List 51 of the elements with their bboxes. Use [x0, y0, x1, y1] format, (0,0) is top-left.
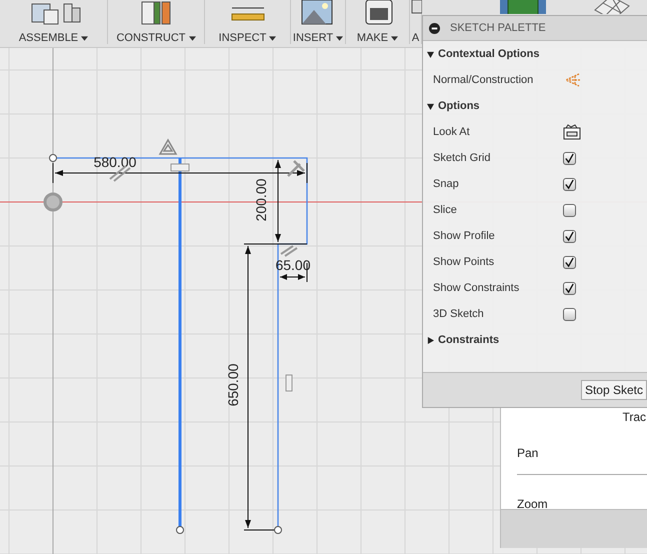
perpendicular-icon[interactable]: [286, 160, 306, 178]
checkbox[interactable]: [563, 204, 576, 216]
sketch-point[interactable]: [49, 154, 57, 162]
option-label: Snap: [433, 178, 460, 190]
sketch-point[interactable]: [274, 526, 282, 534]
column-header: Trac: [622, 410, 646, 424]
option-label: Show Profile: [433, 230, 496, 242]
checkbox[interactable]: [563, 256, 576, 268]
option-label: Show Constraints: [433, 282, 520, 294]
stop-sketch-button[interactable]: Stop Sketc: [580, 380, 647, 400]
collapse-icon[interactable]: [429, 22, 440, 34]
checkbox[interactable]: [563, 178, 576, 190]
origin-icon: [44, 192, 62, 212]
palette-title: SKETCH PALETTE: [450, 22, 546, 34]
toolbar-menu[interactable]: INSERT: [292, 32, 344, 44]
option-label: Show Points: [433, 256, 496, 268]
option-label: Look At: [433, 126, 471, 138]
caret-icon: [188, 36, 196, 40]
checkbox[interactable]: [563, 230, 576, 242]
section-header[interactable]: Options: [423, 93, 647, 119]
addins-icon[interactable]: [410, 0, 422, 14]
caret-icon: [269, 36, 276, 40]
section-header[interactable]: Constraints: [423, 327, 647, 353]
option-label: Sketch Grid: [433, 152, 492, 164]
caret-icon[interactable]: [427, 50, 434, 58]
sketch-point[interactable]: [176, 526, 184, 534]
checkbox[interactable]: [563, 308, 576, 320]
triangle-icon[interactable]: [158, 138, 178, 155]
section-header[interactable]: Contextual Options: [423, 41, 647, 67]
dimension-value[interactable]: 200.00: [253, 178, 269, 222]
shortcut-label: Pan: [517, 446, 540, 460]
caret-icon: [81, 36, 88, 40]
caret-icon[interactable]: [427, 336, 434, 344]
option-label: Normal/Construction: [433, 74, 534, 86]
option-label: Slice: [433, 204, 458, 216]
toolbar-menu[interactable]: CONSTRUCT: [116, 32, 196, 44]
shortcut-label: Zoom: [517, 497, 549, 509]
dimension-value[interactable]: 580.00: [94, 154, 136, 170]
look-at-icon[interactable]: [563, 124, 581, 140]
toolbar-menu[interactable]: MAKE: [356, 32, 398, 44]
caret-icon: [391, 36, 398, 40]
dimension-line[interactable]: [244, 244, 276, 530]
toolbar-menu[interactable]: A: [412, 32, 420, 44]
caret-icon[interactable]: [427, 102, 434, 110]
toolbar-menu[interactable]: INSPECT: [218, 32, 276, 44]
option-label: 3D Sketch: [433, 308, 485, 320]
checkbox[interactable]: [563, 152, 576, 164]
checkbox[interactable]: [563, 282, 576, 294]
caret-icon: [336, 36, 344, 40]
dimension-value[interactable]: 650.00: [225, 364, 241, 406]
toolbar-menu[interactable]: ASSEMBLE: [18, 32, 88, 44]
